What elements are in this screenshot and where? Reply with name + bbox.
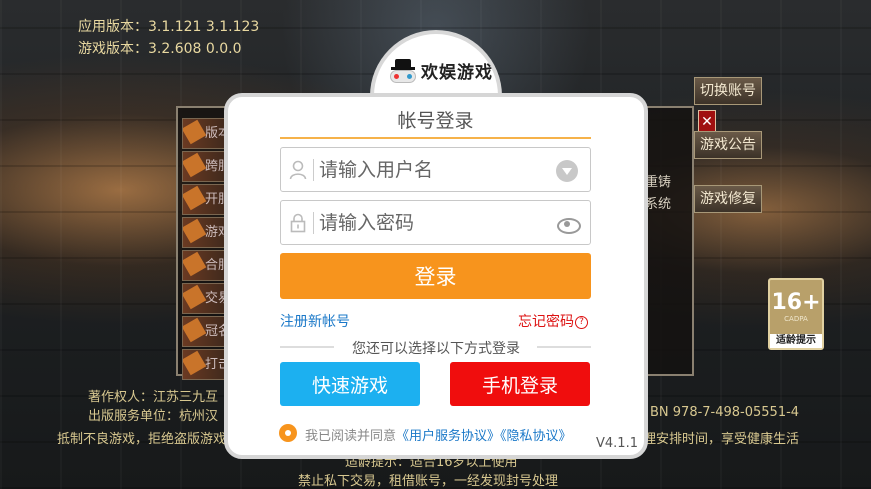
age-rating-tip: 适龄提示 xyxy=(770,334,822,348)
tag-icon xyxy=(183,251,207,277)
user-agreement-link[interactable]: 《用户服务协议》 xyxy=(396,429,500,444)
agreement-text: 我已阅读并同意《用户服务协议》《隐私协议》 xyxy=(305,429,572,444)
tag-icon xyxy=(183,350,207,376)
side-tab[interactable]: 开服 xyxy=(182,184,230,215)
password-input[interactable] xyxy=(319,209,539,237)
title-underline xyxy=(280,137,591,139)
isbn-text: BN 978-7-498-05551-4 xyxy=(650,405,800,420)
side-tab[interactable]: 打击 xyxy=(182,349,230,380)
side-tab[interactable]: 跨服 xyxy=(182,151,230,182)
side-tab[interactable]: 合服 xyxy=(182,250,230,281)
side-tab[interactable]: 版本 xyxy=(182,118,230,149)
repair-button[interactable]: 游戏修复 xyxy=(694,185,762,213)
dropdown-icon[interactable] xyxy=(556,160,578,182)
switch-account-button[interactable]: 切换账号 xyxy=(694,77,762,105)
gamepad-hat-icon xyxy=(389,58,417,83)
username-input[interactable] xyxy=(319,156,539,184)
question-icon: ? xyxy=(575,315,588,329)
side-tab[interactable]: 交易 xyxy=(182,283,230,314)
tag-icon xyxy=(183,317,207,343)
register-link[interactable]: 注册新帐号 xyxy=(280,311,350,331)
no-trade-text: 禁止私下交易，租借账号，一经发现封号处理 xyxy=(298,474,559,489)
side-tab[interactable]: 冠名 xyxy=(182,316,230,347)
panel-right-text: 重铸 系统 xyxy=(645,175,672,212)
tag-icon xyxy=(183,119,207,145)
phone-login-button[interactable]: 手机登录 xyxy=(450,362,590,406)
game-version-text: 游戏版本：3.2.608 0.0.0 xyxy=(78,41,242,57)
divider-left xyxy=(280,346,334,348)
tag-icon xyxy=(183,185,207,211)
username-field xyxy=(280,147,591,192)
app-version-text: 应用版本：3.1.121 3.1.123 xyxy=(78,19,260,35)
tag-icon xyxy=(183,152,207,178)
health-advice-right: 理安排时间，享受健康生活 xyxy=(643,432,800,447)
side-tab[interactable]: 游戏 xyxy=(182,217,230,248)
age-rating-badge: 16+ CADPA 适龄提示 xyxy=(768,278,824,350)
sdk-version: V4.1.1 xyxy=(596,436,638,451)
side-tabs: 版本 跨服 开服 游戏 合服 交易 冠名 打击 xyxy=(182,118,230,382)
brand-logo: 欢娱游戏 xyxy=(389,58,493,83)
copyright-text: 著作权人：江苏三九互 xyxy=(88,390,219,405)
age-rating-org: CADPA xyxy=(784,315,808,323)
user-icon xyxy=(289,160,307,180)
forgot-password-link[interactable]: 忘记密码? xyxy=(518,311,588,331)
age-rating-number: 16+ xyxy=(771,290,821,315)
eye-icon[interactable] xyxy=(556,213,581,235)
alt-login-text: 您还可以选择以下方式登录 xyxy=(352,341,520,357)
health-advice-left: 抵制不良游戏，拒绝盗版游戏 xyxy=(57,432,227,447)
announcement-button[interactable]: 游戏公告 xyxy=(694,131,762,159)
login-button[interactable]: 登录 xyxy=(280,253,591,299)
tag-icon xyxy=(183,218,207,244)
tag-icon xyxy=(183,284,207,310)
privacy-agreement-link[interactable]: 《隐私协议》 xyxy=(500,429,572,444)
login-title: 帐号登录 xyxy=(397,110,474,132)
password-field xyxy=(280,200,591,245)
publisher-text: 出版服务单位：杭州汉 xyxy=(88,409,219,424)
quick-play-button[interactable]: 快速游戏 xyxy=(280,362,420,406)
version-info: 应用版本：3.1.121 3.1.123 游戏版本：3.2.608 0.0.0 xyxy=(78,16,259,60)
agree-radio[interactable] xyxy=(279,424,297,442)
brand-name: 欢娱游戏 xyxy=(421,63,493,83)
divider-right xyxy=(537,346,591,348)
lock-icon xyxy=(289,213,307,233)
